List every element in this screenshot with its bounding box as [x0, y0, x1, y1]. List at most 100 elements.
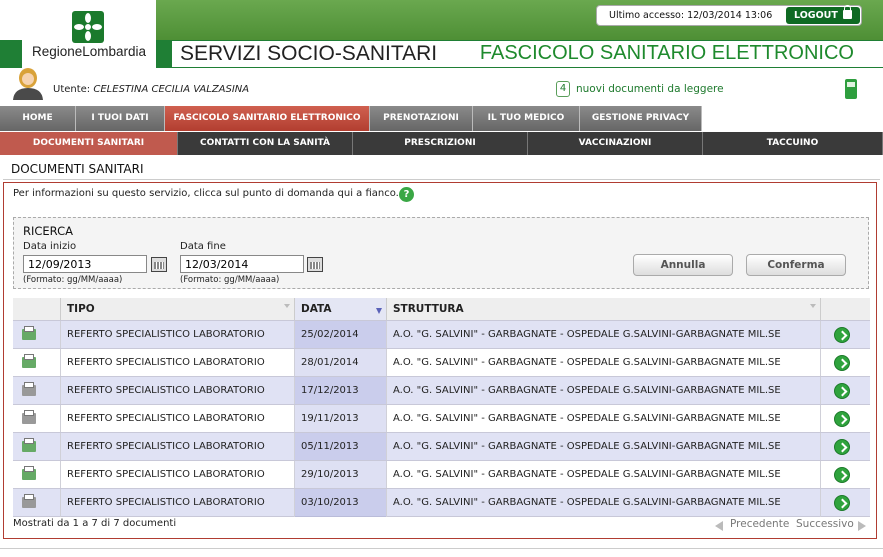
- prev-link[interactable]: Precedente: [730, 518, 789, 530]
- section-title: DOCUMENTI SANITARI: [11, 162, 144, 176]
- service-title: SERVIZI SOCIO-SANITARI: [180, 42, 438, 65]
- subnav-vaccinazioni[interactable]: VACCINAZIONI: [528, 132, 703, 155]
- cell-data: 29/10/2013: [295, 461, 387, 489]
- start-date-input[interactable]: [23, 255, 147, 273]
- row-icon-cell: [13, 405, 61, 433]
- lock-icon: [843, 5, 852, 19]
- footer-divider: [0, 548, 883, 549]
- start-date-format: (Formato: gg/MM/aaaa): [23, 275, 123, 285]
- end-date-input[interactable]: [180, 255, 304, 273]
- results-count: Mostrati da 1 a 7 di 7 documenti: [13, 518, 177, 529]
- avatar: [10, 66, 46, 100]
- open-cell: [821, 405, 870, 433]
- new-document-icon: [22, 354, 36, 368]
- open-cell: [821, 377, 870, 405]
- cell-struttura: A.O. "G. SALVINI" - GARBAGNATE - OSPEDAL…: [387, 489, 821, 517]
- table-row[interactable]: REFERTO SPECIALISTICO LABORATORIO 03/10/…: [13, 488, 870, 517]
- table-row[interactable]: REFERTO SPECIALISTICO LABORATORIO 19/11/…: [13, 404, 870, 433]
- row-icon-cell: [13, 321, 61, 349]
- mobile-phone-icon[interactable]: [845, 79, 857, 99]
- table-row[interactable]: REFERTO SPECIALISTICO LABORATORIO 29/10/…: [13, 460, 870, 489]
- new-document-icon: [22, 466, 36, 480]
- table-row[interactable]: REFERTO SPECIALISTICO LABORATORIO 25/02/…: [13, 320, 870, 349]
- subnav-documenti[interactable]: DOCUMENTI SANITARI: [0, 132, 178, 155]
- subnav-contatti[interactable]: CONTATTI CON LA SANITÀ: [178, 132, 353, 155]
- confirm-button[interactable]: Conferma: [746, 254, 846, 276]
- content-panel: Per informazioni su questo servizio, cli…: [3, 182, 877, 539]
- new-docs-link[interactable]: nuovi documenti da leggere: [576, 83, 724, 95]
- open-document-icon[interactable]: [834, 383, 850, 399]
- fse-title: FASCICOLO SANITARIO ELETTRONICO: [479, 42, 854, 64]
- col-header-struttura[interactable]: STRUTTURA: [387, 298, 821, 320]
- table-row[interactable]: REFERTO SPECIALISTICO LABORATORIO 28/01/…: [13, 348, 870, 377]
- table-row[interactable]: REFERTO SPECIALISTICO LABORATORIO 05/11/…: [13, 432, 870, 461]
- subnav-prescrizioni[interactable]: PRESCRIZIONI: [353, 132, 528, 155]
- next-link[interactable]: Successivo: [796, 518, 854, 530]
- documents-table: TIPO DATA STRUTTURA REFERTO SPECIALISTIC…: [13, 298, 870, 517]
- row-icon-cell: [13, 377, 61, 405]
- nav-fascicolo[interactable]: FASCICOLO SANITARIO ELETTRONICO: [165, 106, 370, 131]
- nav-tuo-medico[interactable]: IL TUO MEDICO: [473, 106, 580, 131]
- open-document-icon[interactable]: [834, 467, 850, 483]
- cell-struttura: A.O. "G. SALVINI" - GARBAGNATE - OSPEDAL…: [387, 377, 821, 405]
- cancel-button[interactable]: Annulla: [633, 254, 733, 276]
- cell-data: 17/12/2013: [295, 377, 387, 405]
- subnav-taccuino[interactable]: TACCUINO: [703, 132, 883, 155]
- nav-privacy[interactable]: GESTIONE PRIVACY: [580, 106, 702, 131]
- document-icon: [22, 494, 36, 508]
- nav-home[interactable]: HOME: [0, 106, 76, 131]
- open-document-icon[interactable]: [834, 439, 850, 455]
- header: RegioneLombardia SERVIZI SOCIO-SANITARI …: [0, 0, 883, 68]
- logout-button[interactable]: LOGOUT: [786, 5, 860, 24]
- cell-struttura: A.O. "G. SALVINI" - GARBAGNATE - OSPEDAL…: [387, 433, 821, 461]
- open-document-icon[interactable]: [834, 495, 850, 511]
- cell-tipo: REFERTO SPECIALISTICO LABORATORIO: [61, 349, 295, 377]
- new-document-icon: [22, 438, 36, 452]
- open-cell: [821, 461, 870, 489]
- cell-struttura: A.O. "G. SALVINI" - GARBAGNATE - OSPEDAL…: [387, 321, 821, 349]
- logo-text: RegioneLombardia: [31, 44, 147, 59]
- lombardia-rose-icon: [72, 11, 104, 43]
- logout-label: LOGOUT: [794, 10, 838, 21]
- user-info: Utente: CELESTINA CECILIA VALZASINA: [53, 84, 249, 95]
- logo[interactable]: RegioneLombardia: [22, 0, 156, 68]
- row-icon-cell: [13, 433, 61, 461]
- new-docs-badge[interactable]: 4: [556, 81, 570, 97]
- search-panel: RICERCA Data inizio (Formato: gg/MM/aaaa…: [13, 217, 869, 289]
- search-title: RICERCA: [23, 224, 73, 238]
- open-cell: [821, 349, 870, 377]
- sort-desc-icon: [376, 308, 382, 314]
- document-icon: [22, 382, 36, 396]
- col-header-data-label: DATA: [301, 303, 332, 315]
- cell-data: 19/11/2013: [295, 405, 387, 433]
- cell-data: 25/02/2014: [295, 321, 387, 349]
- row-icon-cell: [13, 461, 61, 489]
- end-date-label: Data fine: [180, 241, 226, 252]
- prev-arrow-icon[interactable]: [715, 521, 723, 531]
- cell-data: 05/11/2013: [295, 433, 387, 461]
- sort-icon: [284, 304, 290, 313]
- open-document-icon[interactable]: [834, 355, 850, 371]
- pagination: Precedente Successivo: [715, 518, 875, 532]
- nav-tuoi-dati[interactable]: I TUOI DATI: [76, 106, 165, 131]
- table-row[interactable]: REFERTO SPECIALISTICO LABORATORIO 17/12/…: [13, 376, 870, 405]
- open-document-icon[interactable]: [834, 411, 850, 427]
- cell-tipo: REFERTO SPECIALISTICO LABORATORIO: [61, 433, 295, 461]
- open-cell: [821, 433, 870, 461]
- next-arrow-icon[interactable]: [858, 521, 866, 531]
- col-header-data[interactable]: DATA: [295, 298, 387, 320]
- new-document-icon: [22, 326, 36, 340]
- nav-prenotazioni[interactable]: PRENOTAZIONI: [370, 106, 473, 131]
- open-cell: [821, 321, 870, 349]
- calendar-icon[interactable]: [307, 257, 323, 272]
- document-icon: [22, 410, 36, 424]
- col-header-action: [821, 298, 870, 320]
- cell-tipo: REFERTO SPECIALISTICO LABORATORIO: [61, 377, 295, 405]
- help-icon[interactable]: ?: [399, 187, 414, 202]
- end-date-format: (Formato: gg/MM/aaaa): [180, 275, 280, 285]
- cell-tipo: REFERTO SPECIALISTICO LABORATORIO: [61, 321, 295, 349]
- col-header-tipo[interactable]: TIPO: [61, 298, 295, 320]
- calendar-icon[interactable]: [151, 257, 167, 272]
- cell-data: 03/10/2013: [295, 489, 387, 517]
- open-document-icon[interactable]: [834, 327, 850, 343]
